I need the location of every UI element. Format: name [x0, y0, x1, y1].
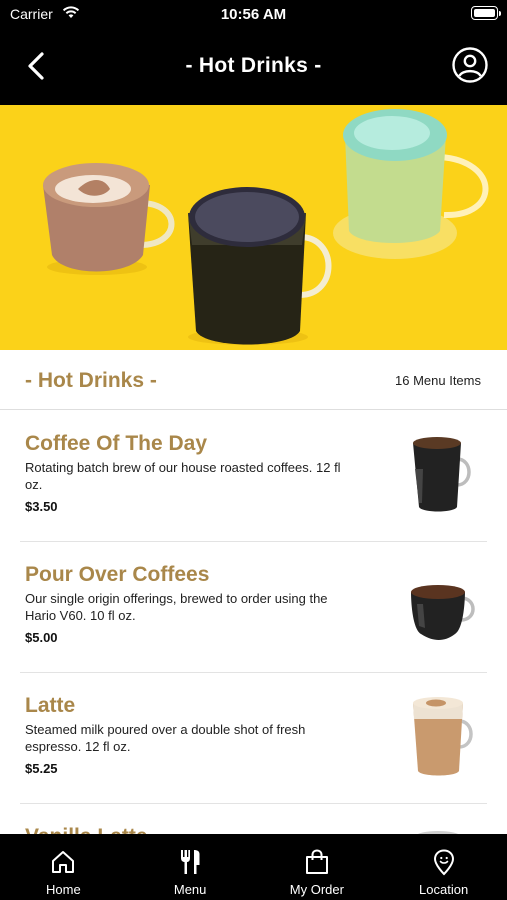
- hero-image: [0, 105, 507, 350]
- item-name: Pour Over Coffees: [25, 563, 210, 586]
- battery-icon: [471, 6, 501, 20]
- tab-menu[interactable]: Menu: [127, 834, 254, 900]
- page-title: - Hot Drinks -: [185, 54, 322, 77]
- tab-my-order[interactable]: My Order: [254, 834, 381, 900]
- tab-home[interactable]: Home: [0, 834, 127, 900]
- section-title: - Hot Drinks -: [25, 369, 157, 392]
- menu-item-vanilla-latte[interactable]: Vanilla Latte: [0, 804, 507, 834]
- status-time: 10:56 AM: [220, 6, 287, 23]
- tab-label: Location: [419, 882, 469, 897]
- tab-bar: Home Menu My Order Location: [0, 834, 507, 900]
- item-description: Steamed milk poured over a double shot o…: [25, 722, 306, 754]
- item-name: Coffee Of The Day: [25, 432, 208, 455]
- coffee-of-the-day-image: [413, 437, 471, 512]
- item-description: Rotating batch brew of our house roasted…: [25, 460, 341, 492]
- item-price: $5.25: [25, 761, 58, 776]
- location-pin-icon: [433, 849, 454, 876]
- latte-image: [413, 697, 473, 776]
- item-name: Vanilla Latte: [25, 825, 148, 834]
- user-circle-icon[interactable]: [451, 46, 489, 84]
- pour-over-coffee-image: [411, 585, 475, 640]
- item-description: Our single origin offerings, brewed to o…: [25, 591, 328, 623]
- shopping-bag-icon: [305, 849, 328, 874]
- tab-label: Menu: [173, 882, 207, 897]
- section-header: - Hot Drinks - 16 Menu Items: [0, 350, 507, 410]
- item-name: Latte: [25, 694, 76, 717]
- menu-item-count: 16 Menu Items: [395, 373, 481, 388]
- item-price: $5.00: [25, 630, 58, 645]
- tab-label: Home: [46, 882, 81, 897]
- home-icon: [52, 851, 75, 873]
- tab-label: My Order: [289, 882, 344, 897]
- tab-location[interactable]: Location: [380, 834, 507, 900]
- menu-item-latte[interactable]: Latte Steamed milk poured over a double …: [0, 673, 507, 804]
- menu-item-coffee-of-the-day[interactable]: Coffee Of The Day Rotating batch brew of…: [0, 411, 507, 542]
- nav-bar: - Hot Drinks -: [0, 28, 507, 105]
- vanilla-latte-image: [417, 831, 459, 834]
- fork-knife-icon: [181, 850, 200, 874]
- status-bar: Carrier 10:56 AM: [0, 0, 507, 28]
- item-price: $3.50: [25, 499, 58, 514]
- hot-drinks-photo: [0, 105, 507, 350]
- menu-item-pour-over-coffees[interactable]: Pour Over Coffees Our single origin offe…: [0, 542, 507, 673]
- menu-list: Coffee Of The Day Rotating batch brew of…: [0, 411, 507, 834]
